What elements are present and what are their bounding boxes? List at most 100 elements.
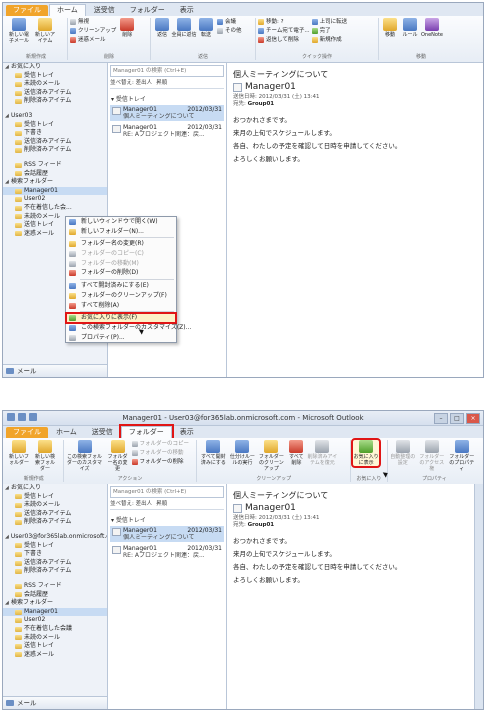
quick-move-to[interactable]: 移動: ?: [258, 18, 310, 26]
list-item[interactable]: Manager01 2012/03/31 個人ミーティングについて: [110, 526, 224, 542]
tab-file[interactable]: ファイル: [6, 5, 48, 16]
meeting-button[interactable]: 会議: [217, 18, 242, 26]
junk-button[interactable]: 迷惑メール: [70, 36, 116, 44]
tab-folder[interactable]: フォルダー: [118, 424, 174, 440]
expand-arrow-icon[interactable]: ◢: [5, 533, 9, 542]
sort-direction[interactable]: 昇順: [156, 79, 167, 88]
nav-section-header[interactable]: ◢ User03: [3, 112, 107, 121]
tab-home[interactable]: ホーム: [49, 4, 86, 16]
copy-folder-button[interactable]: フォルダーのコピー: [131, 440, 189, 448]
tab-home[interactable]: ホーム: [49, 427, 84, 438]
list-item[interactable]: Manager01 2012/03/31 RE: Aプロジェクト関連：戻...: [110, 123, 224, 139]
nav-folder-item[interactable]: Manager01: [3, 607, 107, 617]
context-menu-item-folder[interactable]: 新しいフォルダー(N)...: [66, 227, 176, 237]
run-rules-button[interactable]: 仕分けルールの実行: [229, 440, 255, 466]
ignore-button[interactable]: 無視: [70, 18, 116, 26]
maximize-icon[interactable]: □: [450, 413, 464, 424]
nav-folder-item[interactable]: 迷惑メール: [3, 651, 107, 660]
context-menu-item-read[interactable]: すべて開封済みにする(E): [66, 281, 176, 291]
undo-icon[interactable]: [29, 413, 37, 421]
nav-mail-button[interactable]: メール: [3, 364, 107, 377]
delete-folder-button[interactable]: フォルダーの削除: [131, 458, 190, 466]
sort-by-label[interactable]: 並べ替え: 差出人: [110, 79, 152, 88]
nav-folder-item[interactable]: 未読のメール: [3, 80, 107, 89]
quick-reply-delete[interactable]: 返信して削除: [258, 36, 310, 44]
expand-arrow-icon[interactable]: ◢: [5, 484, 9, 493]
expand-arrow-icon[interactable]: ◢: [5, 63, 9, 72]
tab-folder[interactable]: フォルダー: [123, 5, 172, 16]
nav-folder-item[interactable]: User02: [3, 195, 107, 204]
nav-folder-item[interactable]: 受信トレイ: [3, 493, 107, 502]
nav-section-header[interactable]: ◢ お気に入り: [3, 63, 107, 72]
quick-create-new[interactable]: 新規作成: [311, 36, 348, 44]
tab-file[interactable]: ファイル: [6, 427, 48, 438]
move-button[interactable]: 移動: [381, 18, 399, 38]
rules-button[interactable]: ルール: [401, 18, 419, 38]
quick-done[interactable]: 完了: [311, 27, 348, 35]
nav-folder-item[interactable]: 削除済みアイテム: [3, 146, 107, 155]
nav-section-header[interactable]: ◢ 検索フォルダー: [3, 599, 107, 608]
mark-all-read-button[interactable]: すべて開封済みにする: [199, 440, 227, 466]
onenote-button[interactable]: OneNote: [421, 18, 443, 38]
recipient[interactable]: Group01: [248, 522, 275, 528]
context-menu-item-move[interactable]: フォルダーの移動(M): [66, 259, 176, 269]
nav-section-header[interactable]: ◢ User03@for365lab.onmicrosoft.co: [3, 533, 107, 542]
cleanup-button[interactable]: クリーンアップ: [70, 27, 116, 35]
context-menu-item-customize[interactable]: この検索フォルダーのカスタマイズ(Z)...: [66, 323, 191, 333]
nav-folder-item[interactable]: 下書き: [3, 129, 107, 138]
expand-arrow-icon[interactable]: ◢: [5, 599, 9, 608]
rename-folder-button[interactable]: フォルダー名の変更: [106, 440, 130, 472]
nav-folder-item[interactable]: 不在着信した会...: [3, 204, 107, 213]
send-receive-icon[interactable]: [18, 413, 26, 421]
list-item[interactable]: Manager01 2012/03/31 RE: Aプロジェクト関連：戻...: [110, 544, 224, 560]
list-item[interactable]: Manager01 2012/03/31 個人ミーティングについて: [110, 105, 224, 121]
new-search-folder-button[interactable]: 新しい検索フォルダー: [33, 440, 57, 472]
tab-view[interactable]: 表示: [173, 5, 201, 16]
tab-send-receive[interactable]: 送受信: [85, 427, 120, 438]
tab-send-receive[interactable]: 送受信: [87, 5, 122, 16]
folder-properties-button[interactable]: フォルダーのプロパティ: [448, 440, 476, 472]
nav-folder-item[interactable]: 未読のメール: [3, 634, 107, 643]
delete-all-button[interactable]: すべて削除: [287, 440, 305, 466]
context-menu-item-properties[interactable]: プロパティ(P)...: [66, 333, 176, 343]
new-items-button[interactable]: 新しいアイテム: [33, 18, 57, 44]
reply-all-button[interactable]: 全員に返信: [172, 18, 197, 38]
expand-arrow-icon[interactable]: ◢: [5, 178, 9, 187]
show-in-favorites-button[interactable]: お気に入りに表示: [351, 438, 382, 468]
nav-folder-item[interactable]: RSS フィード: [3, 161, 107, 170]
delete-button[interactable]: 削除: [118, 18, 136, 38]
reply-button[interactable]: 返信: [153, 18, 171, 38]
minimize-icon[interactable]: –: [434, 413, 448, 424]
context-menu-item-deleteall[interactable]: すべて削除(A): [66, 301, 176, 311]
search-input[interactable]: Manager01 の検索 (Ctrl+E): [110, 486, 224, 498]
nav-folder-item[interactable]: 削除済みアイテム: [3, 97, 107, 106]
search-input[interactable]: Manager01 の検索 (Ctrl+E): [110, 65, 224, 77]
nav-folder-item[interactable]: Manager01: [3, 186, 107, 196]
nav-folder-item[interactable]: 削除済みアイテム: [3, 518, 107, 527]
context-menu-item-cleanup[interactable]: フォルダーのクリーンアップ(F): [66, 291, 176, 301]
quick-to-boss[interactable]: 上司に転送: [311, 18, 347, 26]
close-icon[interactable]: ×: [466, 413, 480, 424]
sort-direction[interactable]: 昇順: [156, 500, 167, 509]
sort-by-label[interactable]: 並べ替え: 差出人: [110, 500, 152, 509]
recipient[interactable]: Group01: [248, 101, 275, 107]
nav-folder-item[interactable]: 受信トレイ: [3, 72, 107, 81]
nav-folder-item[interactable]: 不在着信した会議: [3, 625, 107, 634]
more-button[interactable]: その他: [217, 27, 242, 35]
nav-mail-button[interactable]: メール: [3, 696, 107, 709]
nav-folder-item[interactable]: 未読のメール: [3, 501, 107, 510]
nav-folder-item[interactable]: 会話履歴: [3, 591, 107, 600]
context-menu-item-rename[interactable]: フォルダー名の変更(R): [66, 239, 176, 249]
context-menu-item-window[interactable]: 新しいウィンドウで開く(W): [66, 217, 176, 227]
message-sender[interactable]: Manager01: [245, 82, 296, 92]
nav-folder-item[interactable]: 削除済みアイテム: [3, 567, 107, 576]
nav-folder-item[interactable]: RSS フィード: [3, 582, 107, 591]
context-menu-item-copy[interactable]: フォルダーのコピー(C): [66, 249, 176, 259]
recover-deleted-button[interactable]: 削除済みアイテムを復元: [307, 440, 337, 466]
nav-folder-item[interactable]: 受信トレイ: [3, 121, 107, 130]
forward-button[interactable]: 転送: [197, 18, 215, 38]
nav-section-header[interactable]: ◢ お気に入り: [3, 484, 107, 493]
nav-folder-item[interactable]: 受信トレイ: [3, 542, 107, 551]
quick-team-email[interactable]: チーム宛て電子...: [258, 27, 310, 35]
context-menu-item-favorite[interactable]: お気に入りに表示(F): [65, 312, 177, 324]
